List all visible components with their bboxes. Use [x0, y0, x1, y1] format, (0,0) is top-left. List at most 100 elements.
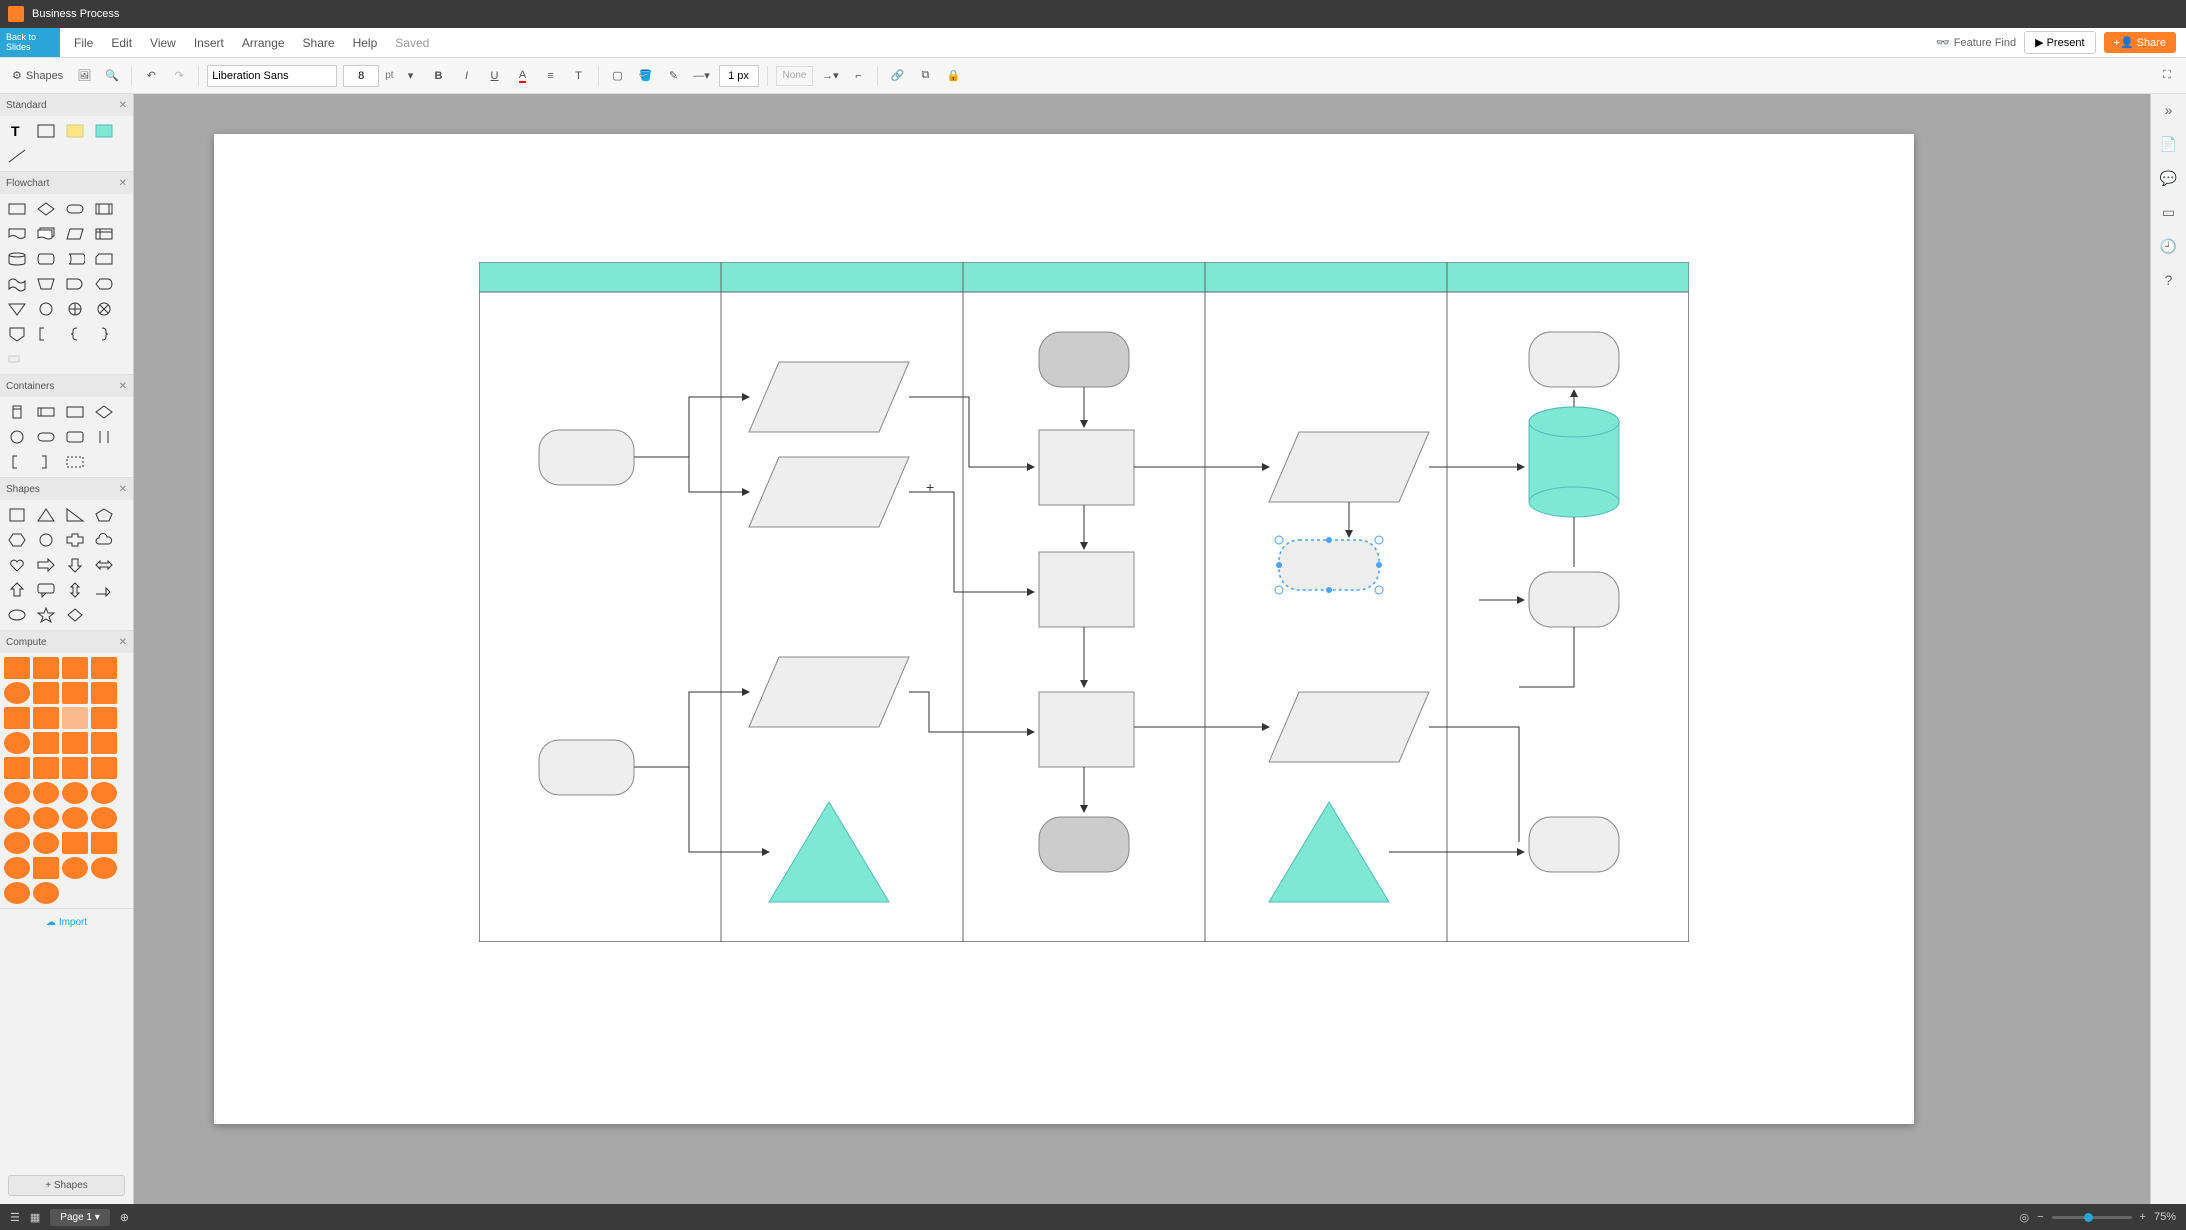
display-shape[interactable] — [91, 273, 117, 295]
compute-shape-21[interactable] — [4, 782, 30, 804]
merge-shape[interactable] — [4, 298, 30, 320]
predef-shape[interactable] — [91, 198, 117, 220]
container-diamond[interactable] — [91, 401, 117, 423]
compute-shape-30[interactable] — [33, 832, 59, 854]
zoom-in-icon[interactable]: + — [2140, 1211, 2146, 1223]
rect-tool[interactable] — [33, 120, 59, 142]
line-route-button[interactable]: ⌐ — [847, 65, 869, 87]
swimlane-v[interactable] — [4, 401, 30, 423]
close-icon[interactable]: ✕ — [119, 484, 127, 495]
panel-header-flowchart[interactable]: Flowchart ✕ — [0, 172, 133, 194]
multidoc-shape[interactable] — [33, 223, 59, 245]
compute-shape-26[interactable] — [33, 807, 59, 829]
history-icon[interactable]: 🕘 — [2159, 236, 2179, 256]
menu-arrange[interactable]: Arrange — [242, 36, 285, 50]
panel-header-compute[interactable]: Compute ✕ — [0, 631, 133, 653]
arrow-down-shape[interactable] — [62, 554, 88, 576]
compute-shape-11[interactable] — [62, 707, 88, 729]
note-shape[interactable] — [33, 323, 59, 345]
right-triangle-shape[interactable] — [62, 504, 88, 526]
compute-shape-13[interactable] — [4, 732, 30, 754]
border-button[interactable]: ▢ — [607, 65, 629, 87]
compute-shape-10[interactable] — [33, 707, 59, 729]
line-style-button[interactable]: —▾ — [691, 65, 713, 87]
data-shape[interactable] — [62, 223, 88, 245]
note-tool[interactable] — [62, 120, 88, 142]
menu-file[interactable]: File — [74, 36, 93, 50]
hexagon-shape[interactable] — [4, 529, 30, 551]
search-button[interactable]: 🔍 — [101, 65, 123, 87]
text-color-button[interactable]: A — [512, 65, 534, 87]
menu-insert[interactable]: Insert — [194, 36, 224, 50]
link-button[interactable]: 🔗 — [886, 65, 908, 87]
compute-shape-35[interactable] — [62, 857, 88, 879]
help-icon[interactable]: ? — [2159, 270, 2179, 290]
compute-shape-23[interactable] — [62, 782, 88, 804]
container-braces[interactable] — [91, 426, 117, 448]
container-rect[interactable] — [62, 401, 88, 423]
menu-share[interactable]: Share — [303, 36, 335, 50]
zoom-slider[interactable] — [2052, 1216, 2132, 1219]
terminator-shape[interactable] — [62, 198, 88, 220]
arrow-start-select[interactable]: None — [776, 66, 814, 86]
compute-shape-1[interactable] — [4, 657, 30, 679]
offpage-shape[interactable] — [4, 323, 30, 345]
compute-shape-17[interactable] — [4, 757, 30, 779]
compute-shape-8[interactable] — [91, 682, 117, 704]
pentagon-shape[interactable] — [91, 504, 117, 526]
compute-shape-14[interactable] — [33, 732, 59, 754]
compute-shape-37[interactable] — [4, 882, 30, 904]
database-shape[interactable] — [4, 248, 30, 270]
panel-header-shapes[interactable]: Shapes ✕ — [0, 478, 133, 500]
compute-shape-36[interactable] — [91, 857, 117, 879]
container-bracket-r[interactable] — [33, 451, 59, 473]
container-rounded[interactable] — [62, 426, 88, 448]
compute-shape-22[interactable] — [33, 782, 59, 804]
add-shapes-button[interactable]: + Shapes — [8, 1175, 125, 1196]
arrow-end-button[interactable]: →▾ — [819, 65, 841, 87]
document-shape[interactable] — [4, 223, 30, 245]
grid-view-icon[interactable]: ▦ — [30, 1211, 40, 1224]
or-shape[interactable] — [62, 298, 88, 320]
list-view-icon[interactable]: ☰ — [10, 1211, 20, 1224]
directdata-shape[interactable] — [33, 248, 59, 270]
container-pill[interactable] — [33, 426, 59, 448]
add-page-icon[interactable]: ⊕ — [120, 1211, 129, 1224]
close-icon[interactable]: ✕ — [119, 178, 127, 189]
brace-right-shape[interactable] — [91, 323, 117, 345]
diagram[interactable]: + — [479, 262, 1689, 942]
arrow-r-shape[interactable] — [33, 554, 59, 576]
close-icon[interactable]: ✕ — [119, 100, 127, 111]
compute-shape-6[interactable] — [33, 682, 59, 704]
compute-shape-38[interactable] — [33, 882, 59, 904]
share-button[interactable]: +👤 Share — [2104, 32, 2176, 53]
compute-shape-15[interactable] — [62, 732, 88, 754]
image-button[interactable]: 🖼 — [73, 65, 95, 87]
block-tool[interactable] — [91, 120, 117, 142]
container-circle[interactable] — [4, 426, 30, 448]
card-shape[interactable] — [91, 248, 117, 270]
process-shape[interactable] — [4, 198, 30, 220]
connector-shape[interactable] — [33, 298, 59, 320]
target-icon[interactable]: ◎ — [2019, 1211, 2029, 1224]
align-button[interactable]: ≡ — [540, 65, 562, 87]
sum-shape[interactable] — [91, 298, 117, 320]
double-arrow-shape[interactable] — [91, 554, 117, 576]
close-icon[interactable]: ✕ — [119, 381, 127, 392]
compute-shape-19[interactable] — [62, 757, 88, 779]
layers-button[interactable]: ⧉ — [914, 65, 936, 87]
delay-shape[interactable] — [62, 273, 88, 295]
compute-shape-24[interactable] — [91, 782, 117, 804]
bent-arrow-shape[interactable] — [91, 579, 117, 601]
undo-button[interactable]: ↶ — [140, 65, 162, 87]
lock-button[interactable]: 🔒 — [942, 65, 964, 87]
compute-shape-2[interactable] — [33, 657, 59, 679]
swimlane-h[interactable] — [33, 401, 59, 423]
page-tab[interactable]: Page 1 ▾ — [50, 1209, 110, 1226]
menu-help[interactable]: Help — [353, 36, 378, 50]
compute-shape-27[interactable] — [62, 807, 88, 829]
compute-shape-12[interactable] — [91, 707, 117, 729]
compute-shape-34[interactable] — [33, 857, 59, 879]
size-stepper[interactable]: ▾ — [400, 65, 422, 87]
star-shape[interactable] — [33, 604, 59, 626]
